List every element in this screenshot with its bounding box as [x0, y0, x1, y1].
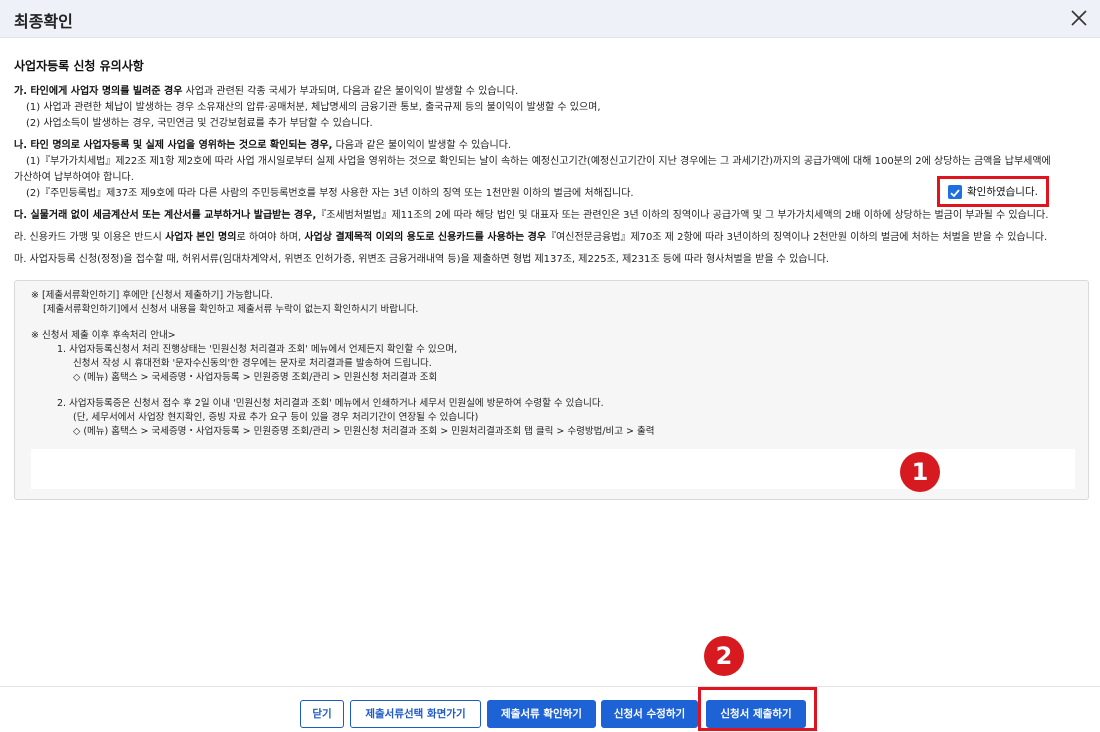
notice-item-ra: 라. 신용카드 가맹 및 이용은 반드시 사업자 본인 명의로 하여야 하며, … [14, 232, 1048, 243]
dialog-titlebar: 최종확인 [0, 0, 1100, 38]
notice-item-na-2: (2)『주민등록법』제37조 제9호에 따라 다른 사람의 주민등록번호를 부정… [26, 188, 634, 199]
edit-application-button[interactable]: 신청서 수정하기 [601, 700, 698, 728]
info-line: ◇ (메뉴) 홈택스 > 국세증명・사업자등록 > 민원증명 조회/관리 > 민… [73, 426, 655, 437]
step-marker-2: 2 [704, 636, 744, 676]
goto-docs-button[interactable]: 제출서류선택 화면가기 [350, 700, 481, 728]
info-line: (단, 세무서에서 사업장 현지확인, 증빙 자료 추가 요구 등이 있을 경우… [73, 412, 479, 423]
step-marker-1: 1 [900, 452, 940, 492]
confirm-checkbox[interactable] [948, 185, 962, 199]
notice-item-na-1: (1)『부가가치세법』제22조 제1항 제2호에 따라 사업 개시일로부터 실제… [26, 156, 1051, 167]
notice-item-ma: 마. 사업자등록 신청(정정)을 접수할 때, 허위서류(임대차계약서, 위변조… [14, 254, 830, 265]
info-line: 2. 사업자등록증은 신청서 접수 후 2일 이내 '민원신청 처리결과 조회'… [57, 398, 604, 409]
info-line: ※ 신청서 제출 이후 후속처리 안내> [31, 330, 176, 341]
notice-item-ga-1: (1) 사업과 관련한 체납이 발생하는 경우 소유재산의 압류·공매처분, 체… [26, 102, 601, 113]
confirm-checkbox-highlight: 확인하였습니다. [937, 176, 1049, 207]
notice-heading: 사업자등록 신청 유의사항 [14, 59, 144, 73]
confirm-label[interactable]: 확인하였습니다. [967, 184, 1038, 199]
info-line: 1. 사업자등록신청서 처리 진행상태는 '민원신청 처리결과 조회' 메뉴에서… [57, 344, 458, 355]
submit-application-button[interactable]: 신청서 제출하기 [706, 700, 806, 728]
close-button[interactable]: 닫기 [300, 700, 344, 728]
notice-item-da: 다. 실물거래 없이 세금계산서 또는 계산서를 교부하거나 발급받는 경우,『… [14, 210, 1049, 221]
info-line: [제출서류확인하기]에서 신청서 내용을 확인하고 제출서류 누락이 없는지 확… [43, 304, 419, 315]
info-line: 신청서 작성 시 휴대전화 '문자수신동의'한 경우에는 문자로 처리결과를 발… [73, 358, 432, 369]
info-line: ※ [제출서류확인하기] 후에만 [신청서 제출하기] 가능합니다. [31, 290, 273, 301]
check-docs-button[interactable]: 제출서류 확인하기 [487, 700, 596, 728]
close-icon[interactable] [1068, 7, 1090, 29]
notice-item-na: 나. 타인 명의로 사업자등록 및 실제 사업을 영위하는 것으로 확인되는 경… [14, 140, 512, 151]
info-text: ※ [제출서류확인하기] 후에만 [신청서 제출하기] 가능합니다. [제출서류… [31, 289, 655, 439]
notice-item-ga: 가. 타인에게 사업자 명의를 빌려준 경우 사업과 관련된 각종 국세가 부과… [14, 86, 519, 97]
notice-section: 사업자등록 신청 유의사항 가. 타인에게 사업자 명의를 빌려준 경우 사업과… [14, 58, 1089, 268]
notice-item-ga-2: (2) 사업소득이 발생하는 경우, 국민연금 및 건강보험료를 추가 부담할 … [26, 118, 373, 129]
notice-item-na-1-cont: 가산하여 납부하여야 합니다. [14, 172, 134, 183]
check-icon [950, 189, 960, 198]
dialog-title: 최종확인 [14, 12, 73, 31]
info-line: ◇ (메뉴) 홈택스 > 국세증명・사업자등록 > 민원증명 조회/관리 > 민… [73, 372, 438, 383]
